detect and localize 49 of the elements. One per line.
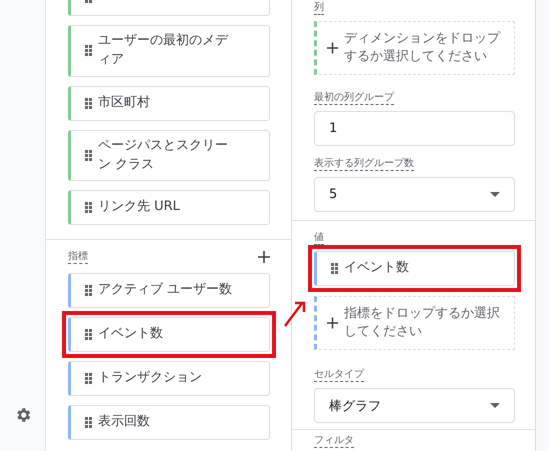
field-chip[interactable]: アクティブ ユーザー数 — [68, 273, 270, 308]
field-label: 最初の列グループ — [314, 91, 394, 105]
field-chip-label: ユーザーの最初のメディア — [98, 32, 230, 69]
section-label: 列 — [314, 1, 324, 15]
dropdown-caret-icon — [490, 192, 500, 197]
field-chip-label: イベント数 — [98, 325, 163, 344]
select-field[interactable]: 5 — [314, 177, 515, 212]
number-input[interactable]: 1 — [314, 111, 515, 146]
drag-handle-icon[interactable] — [331, 263, 338, 274]
field-chip-label: アクティブ ユーザー数 — [98, 281, 232, 300]
field-chip-label: トランザクション — [98, 369, 202, 388]
drag-handle-icon[interactable] — [85, 150, 92, 162]
field-chip[interactable]: ユーザーの最初のメディア — [68, 25, 270, 77]
field-chip-label: リンク先 URL — [98, 198, 180, 216]
dropdown-caret-icon — [490, 403, 500, 408]
field-chip[interactable]: 市区町村 — [68, 86, 270, 121]
field-chip[interactable]: 表示回数 — [68, 405, 270, 440]
drop-zone[interactable]: ディメンションをドロップするか選択してください — [314, 21, 515, 75]
drag-handle-icon[interactable] — [85, 202, 92, 214]
section-label: 値 — [314, 231, 324, 245]
field-chip-label: 市区町村 — [98, 94, 150, 112]
field-chip-label: 表示回数 — [98, 413, 150, 432]
plus-icon[interactable] — [258, 251, 270, 264]
field-chip[interactable]: イベント数 — [314, 251, 515, 286]
select-value: 5 — [329, 187, 338, 202]
plus-icon[interactable] — [327, 317, 338, 329]
drag-handle-icon[interactable] — [85, 45, 92, 56]
select-field[interactable]: 棒グラフ — [314, 388, 515, 423]
drop-zone-hint: ディメンションをドロップするか選択してください — [344, 30, 502, 66]
field-chip[interactable]: リンク先 URL — [68, 190, 270, 226]
section-label: 指標 — [68, 250, 88, 264]
input-value: 1 — [329, 121, 338, 136]
drag-handle-icon[interactable] — [85, 285, 92, 296]
field-chip[interactable]: イベント数 — [68, 317, 270, 352]
field-label: 表示する列グループ数 — [314, 157, 414, 171]
drag-handle-icon[interactable] — [85, 373, 92, 384]
section-label: フィルタ — [314, 434, 354, 448]
drop-zone-hint: 指標をドロップするか選択してください — [344, 304, 501, 341]
field-chip-label: イベント数 — [344, 259, 409, 278]
plus-icon[interactable] — [327, 42, 338, 54]
drag-handle-icon[interactable] — [85, 417, 92, 428]
field-label: セルタイプ — [314, 368, 364, 382]
field-chip-label: ページパスとスクリーン クラス — [98, 136, 229, 174]
field-chip[interactable]: ページパスとスクリーン クラス — [68, 130, 270, 182]
drag-handle-icon[interactable] — [85, 329, 92, 340]
field-chip[interactable]: トランザクション — [68, 361, 270, 396]
drag-handle-icon[interactable] — [85, 98, 92, 109]
select-value: 棒グラフ — [329, 398, 381, 414]
drop-zone[interactable]: 指標をドロップするか選択してください — [314, 296, 515, 350]
